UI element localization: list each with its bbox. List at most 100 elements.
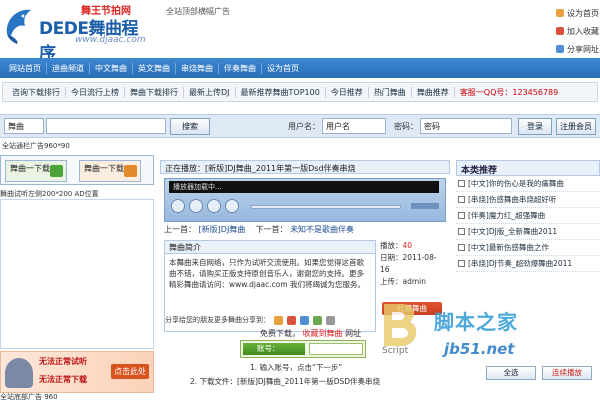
checkbox[interactable] xyxy=(458,260,465,267)
qzone-icon[interactable] xyxy=(274,315,283,325)
account-label: 账号： xyxy=(243,343,305,355)
main-nav: 网站首页 迪曲频道 中文舞曲 英文舞曲 串烧舞曲 伴奏舞曲 设为首页 xyxy=(0,58,600,78)
right-column: 本类推荐 [中文]你的伤心是我的痛舞曲 [串烧]伤感舞曲串烧超好听 [伴奏]魔力… xyxy=(456,160,600,408)
subnav-item[interactable]: 热门舞曲 xyxy=(367,86,411,98)
nav-accompaniment[interactable]: 伴奏舞曲 xyxy=(219,62,262,74)
date-row: 日期：2011-08-16 xyxy=(380,252,446,276)
download-step-1: 1. 输入账号，点击“下一步” xyxy=(250,363,343,372)
weibo-icon[interactable] xyxy=(287,315,296,325)
download-line: 免费下载， 收藏到舞曲 网址 xyxy=(260,328,361,339)
center-column: 正在播放：[新版]DJ舞曲_2011年第一版Dsd伴奏串烧 播放器加载中... … xyxy=(160,160,450,408)
song-intro-panel: 舞曲简介 本舞曲来自网络，只作为试听交流使用。如果您觉得这首歌曲不错，请购买正版… xyxy=(164,240,376,332)
ad-banner-label: 全站通栏广告960*90 xyxy=(2,142,70,150)
add-favorite-link[interactable]: 加入收藏 xyxy=(556,22,600,40)
login-button[interactable]: 登录 xyxy=(518,118,552,135)
plays-count: 40 xyxy=(402,241,413,250)
nav-chinese[interactable]: 中文舞曲 xyxy=(90,62,133,74)
password-input[interactable]: 密码 xyxy=(420,118,512,134)
site-header: 舞王节拍网 DEDE舞曲程序 www.djaac.com 全站顶部横幅广告 设为… xyxy=(0,0,600,64)
left-ad-area xyxy=(0,199,154,349)
nav-set-home[interactable]: 设为首页 xyxy=(262,63,304,74)
search-button[interactable]: 搜索 xyxy=(170,118,210,135)
volume-slider[interactable] xyxy=(411,203,439,209)
left-ad-label: 舞曲试听左侧200*200 AD位置 xyxy=(0,190,99,198)
watermark: 脚本之家 Script jb51.net xyxy=(378,300,578,370)
player-screen: 播放器加载中... xyxy=(169,181,439,193)
help-banner[interactable]: 无法正常试听 无法正常下载 点击此处 xyxy=(0,351,154,393)
download-tab-1[interactable]: 舞曲一下载 xyxy=(5,160,67,182)
progress-bar[interactable] xyxy=(251,205,401,209)
watermark-script: Script xyxy=(382,346,409,356)
search-bar: 舞曲 搜索 用户名： 用户名 密码： 密码 登录 注册会员 xyxy=(0,114,600,138)
intro-body: 本舞曲来自网络，只作为试听交流使用。如果您觉得这首歌曲不错，请购买正版支持原创音… xyxy=(169,258,366,289)
list-item[interactable]: [串烧]DJ节奏_超劲爆舞曲2011 xyxy=(456,256,600,272)
nav-medley[interactable]: 串烧舞曲 xyxy=(176,62,219,74)
left-column: 舞曲一下载 舞曲一下载 舞曲试听左侧200*200 AD位置 无法正常试听 无法… xyxy=(0,155,154,403)
plays-row: 播放：40 xyxy=(380,240,446,252)
renren-icon[interactable] xyxy=(300,315,309,325)
download-box: 账号： xyxy=(240,340,366,358)
subnav-item[interactable]: 今日推荐 xyxy=(324,86,368,98)
list-item-label: [伴奏]魔力红_超强舞曲 xyxy=(468,211,546,220)
checkbox[interactable] xyxy=(458,180,465,187)
checkbox[interactable] xyxy=(458,196,465,203)
subnav-item[interactable]: 今日流行上榜 xyxy=(65,86,124,98)
checkbox[interactable] xyxy=(458,212,465,219)
top-ad-text: 全站顶部横幅广告 xyxy=(166,7,230,16)
password-label: 密码： xyxy=(394,122,418,131)
search-input[interactable] xyxy=(46,118,166,134)
stop-icon[interactable] xyxy=(207,199,221,213)
pause-icon[interactable] xyxy=(189,199,203,213)
next-song-link[interactable]: 未知不是歌曲伴奏 xyxy=(290,225,354,234)
download-tab-1-label: 舞曲一下载 xyxy=(10,164,50,173)
share-label: 分享给您的朋友更多舞曲分享到： xyxy=(165,316,270,324)
list-item-label: [串烧]伤感舞曲串烧超好听 xyxy=(468,195,557,204)
list-item-label: [串烧]DJ节奏_超劲爆舞曲2011 xyxy=(468,259,573,268)
nav-home[interactable]: 网站首页 xyxy=(4,62,47,74)
site-logo[interactable]: 舞王节拍网 DEDE舞曲程序 www.djaac.com xyxy=(3,2,153,64)
uploader-label: 上传： xyxy=(380,277,403,286)
list-item[interactable]: [伴奏]魔力红_超强舞曲 xyxy=(456,208,600,224)
list-item-label: [中文]你的伤心是我的痛舞曲 xyxy=(468,179,564,188)
download-icon xyxy=(50,165,63,177)
logo-url: www.djaac.com xyxy=(75,35,146,45)
person-icon xyxy=(5,358,33,388)
footer-ad-label: 全站底部广告 960 xyxy=(0,393,58,401)
help-cta[interactable]: 点击此处 xyxy=(111,364,149,379)
download-tab-2[interactable]: 舞曲一下载 xyxy=(79,160,141,182)
set-homepage-label: 设为首页 xyxy=(567,8,599,18)
set-homepage-link[interactable]: 设为首页 xyxy=(556,4,600,22)
next-icon[interactable] xyxy=(225,199,239,213)
category-select[interactable]: 舞曲 xyxy=(4,118,44,134)
prev-label: 上一首： xyxy=(164,225,196,234)
list-item[interactable]: [串烧]伤感舞曲串烧超好听 xyxy=(456,192,600,208)
list-item[interactable]: [中文]DJ版_全新舞曲2011 xyxy=(456,224,600,240)
subnav-item[interactable]: 最新上传DJ xyxy=(183,86,235,98)
nav-english[interactable]: 英文舞曲 xyxy=(133,62,176,74)
checkbox[interactable] xyxy=(458,228,465,235)
account-input[interactable] xyxy=(309,343,363,355)
checkbox[interactable] xyxy=(458,244,465,251)
favorite-icon xyxy=(556,27,564,35)
subnav-item[interactable]: 咨询下载排行 xyxy=(7,87,65,98)
subnav-item[interactable]: 舞曲下载排行 xyxy=(124,86,183,98)
recommend-heading: 本类推荐 xyxy=(456,160,600,176)
share-icon xyxy=(556,45,564,53)
more-share-icon[interactable] xyxy=(326,315,335,325)
register-button[interactable]: 注册会员 xyxy=(556,118,596,135)
date-label: 日期： xyxy=(380,253,403,262)
subnav-item[interactable]: 最新推荐舞曲TOP100 xyxy=(234,86,325,98)
subnav-item[interactable]: 舞曲推荐 xyxy=(410,86,454,98)
nav-disco[interactable]: 迪曲频道 xyxy=(47,62,90,74)
list-item[interactable]: [中文]你的伤心是我的痛舞曲 xyxy=(456,176,600,192)
intro-heading: 舞曲简介 xyxy=(165,241,375,254)
list-item[interactable]: [中文]最新伤感舞曲之作 xyxy=(456,240,600,256)
subnav-item-qq[interactable]: 客服一QQ号：123456789 xyxy=(453,86,563,98)
prev-song-link[interactable]: [新版]DJ舞曲 xyxy=(199,225,246,234)
share-link[interactable]: 分享网址 xyxy=(556,40,600,58)
help-line-2: 无法正常下载 xyxy=(39,375,87,384)
username-input[interactable]: 用户名 xyxy=(322,118,386,134)
download-text-b[interactable]: 收藏到舞曲 xyxy=(303,329,343,338)
play-icon[interactable] xyxy=(171,199,185,213)
kaixin-icon[interactable] xyxy=(313,315,322,325)
